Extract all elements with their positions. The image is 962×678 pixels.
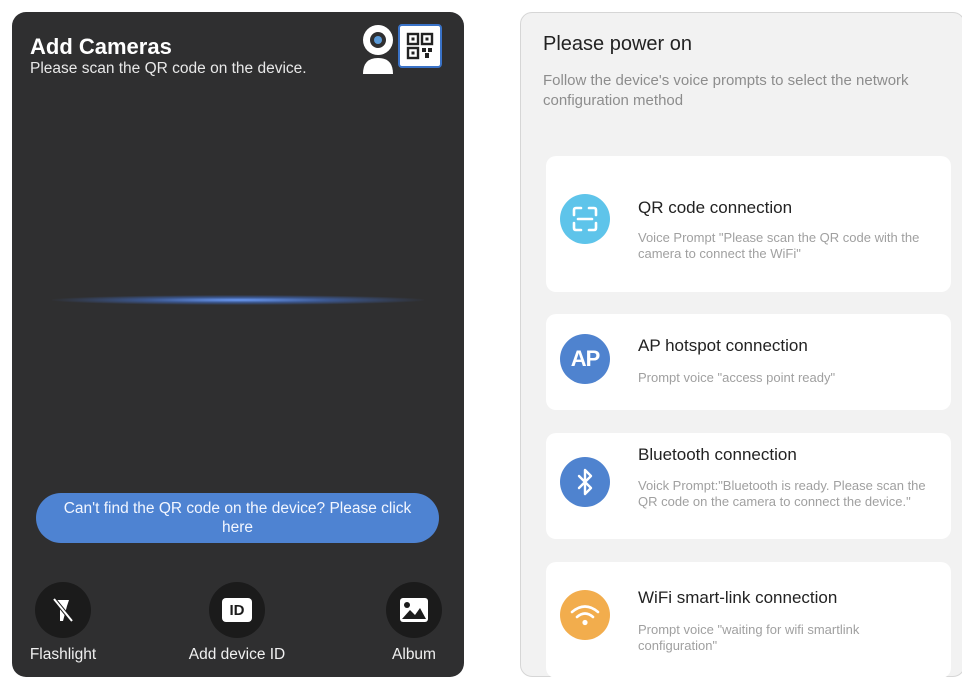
power-on-title: Please power on bbox=[543, 33, 692, 55]
option-title: AP hotspot connection bbox=[638, 336, 808, 355]
album-circle[interactable] bbox=[386, 582, 442, 638]
album-button[interactable]: Album bbox=[378, 582, 450, 664]
album-label: Album bbox=[392, 646, 436, 663]
add-device-id-circle[interactable]: ID bbox=[209, 582, 265, 638]
power-on-screen: Please power on Follow the device's voic… bbox=[520, 12, 962, 678]
scanner-screen: Add Cameras Please scan the QR code on t… bbox=[12, 12, 464, 677]
option-bluetooth-connection[interactable]: Bluetooth connection Voick Prompt:"Bluet… bbox=[546, 433, 951, 539]
option-description: Voice Prompt "Please scan the QR code wi… bbox=[638, 230, 920, 261]
ap-icon: AP bbox=[560, 334, 610, 384]
option-title: Bluetooth connection bbox=[638, 445, 797, 464]
scan-line bbox=[52, 295, 424, 305]
flashlight-button[interactable]: Flashlight bbox=[20, 582, 106, 664]
option-title: QR code connection bbox=[638, 198, 793, 217]
page-subtitle: Please scan the QR code on the device. bbox=[30, 60, 307, 77]
bluetooth-icon bbox=[560, 457, 610, 507]
power-on-subtitle: Follow the device's voice prompts to sel… bbox=[543, 72, 909, 109]
option-description: Voick Prompt:"Bluetooth is ready. Please… bbox=[638, 478, 926, 509]
option-description: Prompt voice "waiting for wifi smartlink… bbox=[638, 622, 860, 653]
cant-find-qr-button[interactable]: Can't find the QR code on the device? Pl… bbox=[36, 493, 439, 543]
wifi-icon bbox=[560, 590, 610, 640]
id-icon-text: ID bbox=[229, 601, 245, 619]
flashlight-label: Flashlight bbox=[29, 646, 97, 663]
option-wifi-smart-link-connection[interactable]: WiFi smart-link connection Prompt voice … bbox=[546, 562, 951, 678]
ap-icon-text: AP bbox=[570, 346, 601, 371]
option-title: WiFi smart-link connection bbox=[638, 588, 838, 607]
page-title: Add Cameras bbox=[30, 34, 172, 59]
option-description: Prompt voice "access point ready" bbox=[638, 370, 836, 385]
qr-code-icon bbox=[406, 32, 434, 60]
option-ap-hotspot-connection[interactable]: AP AP hotspot connection Prompt voice "a… bbox=[546, 314, 951, 410]
id-card-icon: ID bbox=[222, 598, 252, 622]
qr-code-button[interactable] bbox=[398, 24, 442, 68]
camera-device-icon bbox=[363, 25, 393, 74]
flashlight-circle[interactable] bbox=[35, 582, 91, 638]
qr-scan-icon bbox=[560, 194, 610, 244]
option-qr-code-connection[interactable]: QR code connection Voice Prompt "Please … bbox=[546, 156, 951, 292]
add-device-id-label: Add device ID bbox=[188, 646, 286, 663]
flashlight-off-icon bbox=[52, 597, 74, 623]
add-device-id-button[interactable]: ID Add device ID bbox=[177, 582, 297, 664]
image-icon bbox=[400, 598, 428, 622]
